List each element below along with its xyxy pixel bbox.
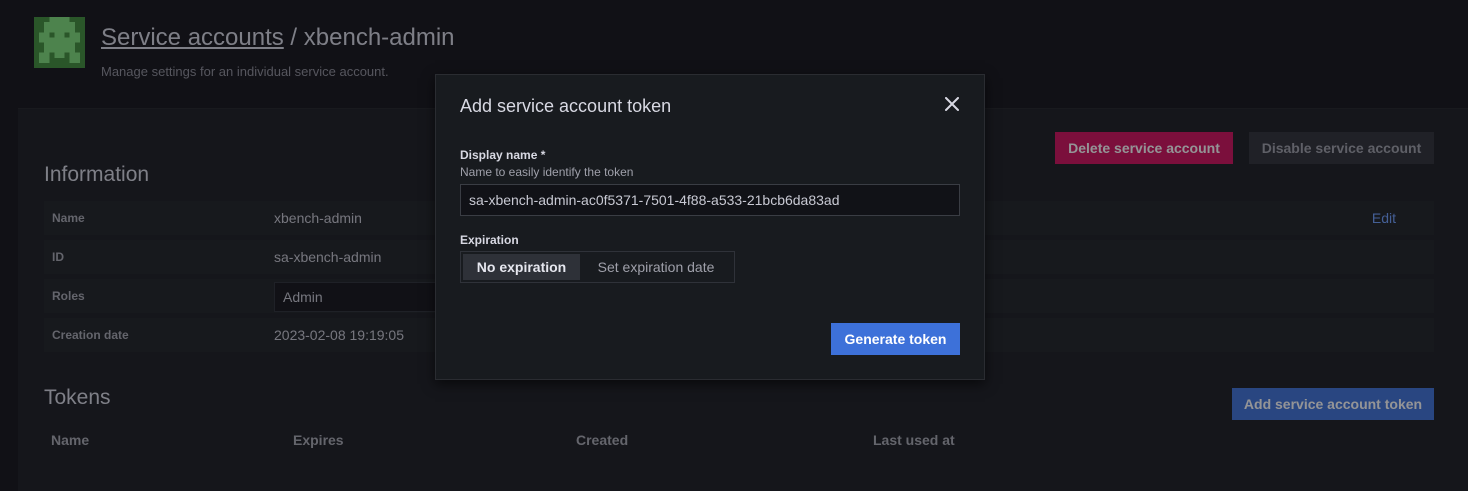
expiration-option-set-date[interactable]: Set expiration date [580,254,732,280]
expiration-label: Expiration [460,233,519,247]
display-name-description: Name to easily identify the token [460,165,634,179]
close-icon[interactable] [941,93,963,115]
expiration-radio-group: No expiration Set expiration date [460,251,735,283]
display-name-label: Display name * [460,148,546,162]
generate-token-button[interactable]: Generate token [831,323,960,355]
add-token-modal: Add service account token Display name *… [435,74,985,380]
expiration-option-no-expiration[interactable]: No expiration [463,254,580,280]
display-name-input[interactable] [460,184,960,216]
modal-title: Add service account token [460,96,672,116]
